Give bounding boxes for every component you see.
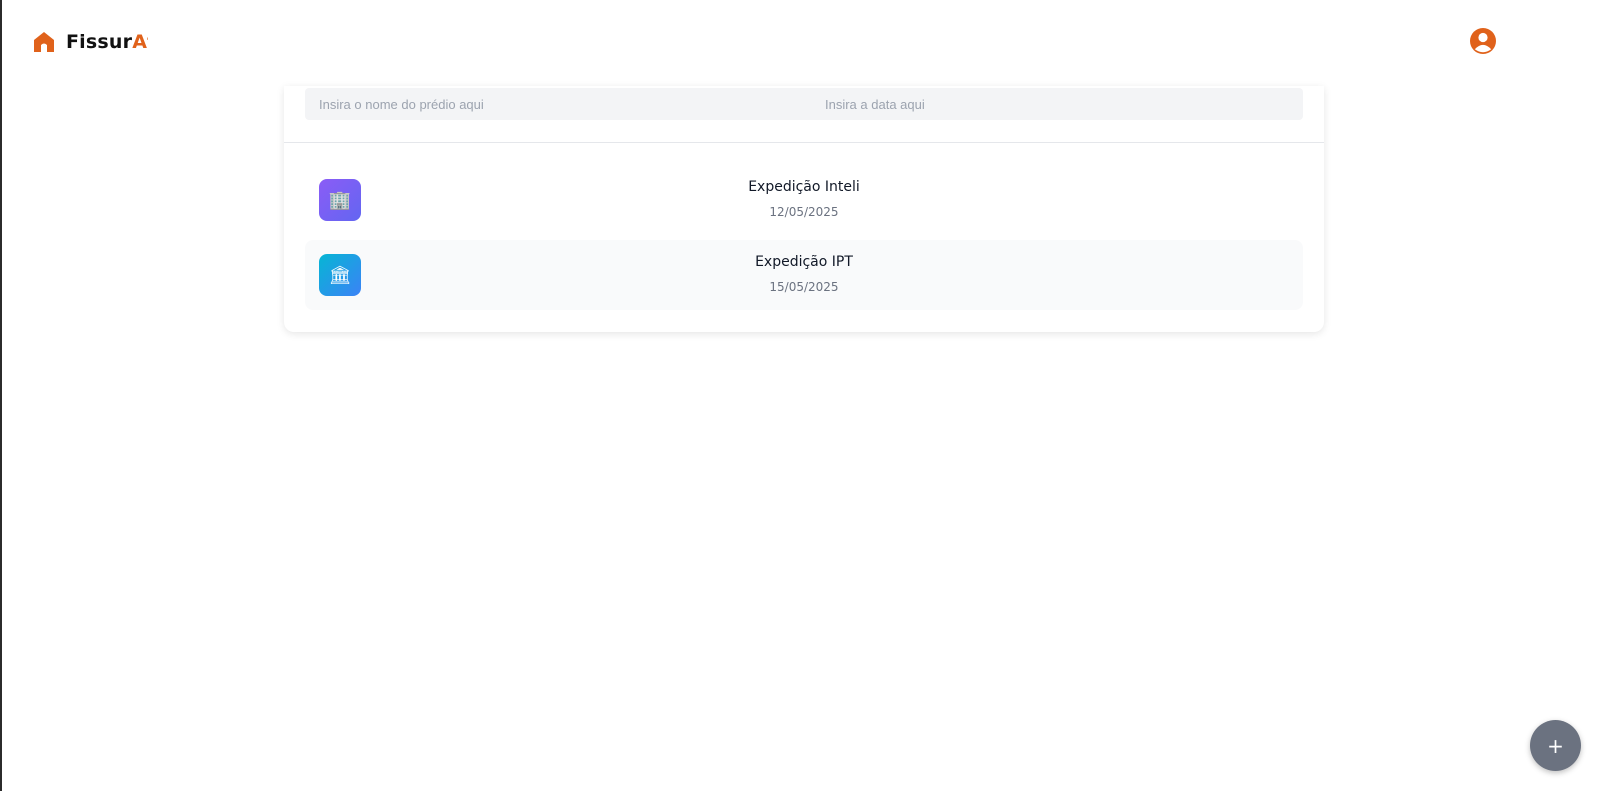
date-input[interactable] [825,88,1295,120]
expedition-date: 15/05/2025 [769,280,839,294]
brand-name: FissurAt [66,31,148,53]
building-name-input[interactable] [319,88,799,120]
expedition-title: Expedição Inteli [748,179,860,195]
expedition-list-card: 🏢 Expedição Inteli 12/05/2025 🏛 Expediçã… [284,86,1324,332]
divider [284,142,1324,143]
expedition-item[interactable]: 🏛 Expedição IPT 15/05/2025 [305,240,1303,310]
expedition-title: Expedição IPT [755,254,853,270]
top-bar: FissurAt [2,0,1600,84]
add-expedition-button[interactable]: + [1530,720,1581,771]
brand-logo[interactable]: FissurAt [32,28,148,56]
plus-icon: + [1547,733,1564,758]
user-circle-icon[interactable] [1469,27,1497,55]
expedition-date: 12/05/2025 [769,205,839,219]
filter-bar [305,88,1303,120]
expedition-item[interactable]: 🏢 Expedição Inteli 12/05/2025 [305,165,1303,235]
window-edge [0,0,2,791]
house-icon [34,32,54,52]
